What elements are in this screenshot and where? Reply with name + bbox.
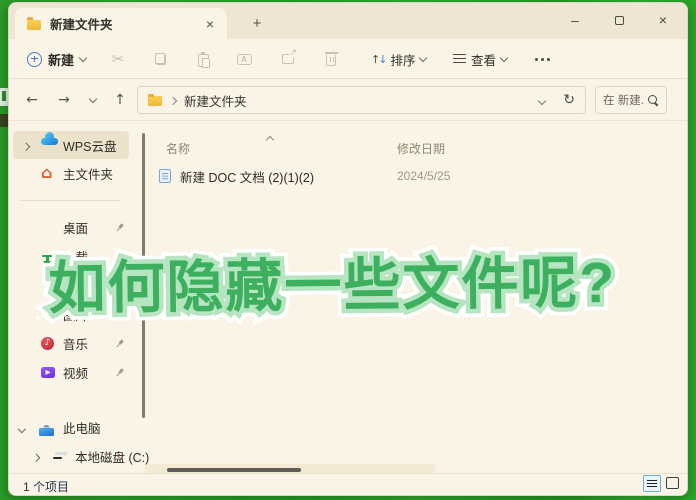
breadcrumb-folder[interactable]: 新建文件夹	[184, 91, 247, 110]
maximize-button[interactable]	[597, 3, 641, 37]
tab-title: 新建文件夹	[50, 14, 201, 33]
list-lines-icon	[647, 480, 657, 488]
trash-icon	[326, 55, 336, 66]
sort-arrows-icon: ↑↓	[371, 54, 385, 65]
sidebar-item-desktop[interactable]: 桌面	[9, 213, 136, 242]
desktop-icon[interactable]	[0, 114, 8, 127]
view-lines-icon	[453, 54, 466, 64]
item-count: 1 个项目	[23, 478, 69, 495]
sidebar-item-videos[interactable]: ▶ 视频	[9, 358, 136, 387]
folder-icon	[148, 96, 162, 106]
new-item-label: 新建	[48, 50, 74, 69]
video-icon: ▶	[41, 367, 55, 378]
rename-button[interactable]: A	[231, 47, 257, 71]
pin-icon	[113, 279, 126, 292]
toolbar: 新建 ✂ A ↗ ↑↓ 排序 查看	[9, 39, 687, 79]
file-date-modified: 2024/5/25	[397, 169, 450, 183]
delete-button[interactable]	[318, 47, 344, 71]
status-bar: 1 个项目	[9, 473, 687, 495]
chevron-down-icon	[500, 53, 508, 61]
ellipsis-icon	[535, 58, 538, 61]
forward-button[interactable]: →	[51, 87, 77, 113]
cut-button[interactable]: ✂	[105, 47, 131, 71]
sort-ascending-icon	[267, 132, 273, 146]
music-icon: ♪	[41, 337, 54, 350]
view-button[interactable]: 查看	[447, 47, 513, 71]
column-header-name[interactable]: 名称	[166, 140, 190, 157]
pin-icon	[113, 337, 126, 350]
file-row[interactable]: 新建 DOC 文档 (2)(1)(2)	[159, 164, 539, 188]
sidebar-item-documents[interactable]: 文档	[9, 271, 136, 300]
explorer-tab[interactable]: 新建文件夹 ×	[15, 8, 227, 39]
new-item-button[interactable]: 新建	[19, 46, 94, 72]
plus-circle-icon	[27, 52, 42, 67]
chevron-down-icon	[419, 53, 427, 61]
sidebar-item-pictures[interactable]: 图片	[9, 300, 136, 329]
sidebar-item-downloads[interactable]: 下载	[9, 242, 136, 271]
pin-icon	[113, 250, 126, 263]
horizontal-scrollbar-thumb[interactable]	[167, 468, 301, 472]
column-header-date-modified[interactable]: 修改日期	[397, 140, 445, 157]
share-button[interactable]: ↗	[275, 47, 301, 71]
doc-file-icon	[159, 169, 171, 183]
search-input[interactable]: 在 新建...	[595, 86, 667, 114]
paste-button[interactable]	[190, 47, 216, 71]
sidebar-item-local-disk-c[interactable]: 本地磁盘 (C:)	[9, 442, 136, 471]
pin-icon	[113, 308, 126, 321]
copy-icon	[155, 53, 166, 65]
titlebar: 新建文件夹 × + – ×	[9, 3, 687, 39]
chevron-right-icon	[169, 97, 177, 105]
more-options-button[interactable]	[521, 47, 551, 71]
thumbnail-view-toggle[interactable]	[666, 477, 679, 489]
rename-icon: A	[237, 54, 252, 65]
pin-icon	[113, 366, 126, 379]
tab-close-button[interactable]: ×	[201, 15, 219, 33]
cut-icon: ✂	[112, 50, 125, 68]
sort-label: 排序	[390, 50, 415, 69]
search-icon	[648, 95, 659, 106]
close-button[interactable]: ×	[641, 3, 685, 37]
chevron-right-icon[interactable]	[32, 454, 40, 462]
sidebar-divider	[21, 200, 121, 201]
chevron-down-icon	[538, 97, 546, 105]
sidebar-item-music[interactable]: ♪ 音乐	[9, 329, 136, 358]
file-explorer-window: 新建文件夹 × + – × 新建 ✂ A ↗ ↑↓ 排序 查看	[8, 2, 688, 496]
chevron-down-icon	[89, 94, 97, 102]
new-tab-button[interactable]: +	[245, 12, 269, 34]
sidebar-item-wps-cloud[interactable]: WPS云盘	[13, 131, 129, 159]
copy-button[interactable]	[147, 47, 173, 71]
chevron-down-icon[interactable]	[18, 425, 26, 433]
chevron-down-icon	[79, 53, 87, 61]
maximize-icon	[615, 16, 624, 25]
breadcrumb[interactable]: 新建文件夹 ↻	[137, 86, 586, 114]
view-label: 查看	[471, 50, 496, 69]
address-bar: ← → ↑ 新建文件夹 ↻ 在 新建...	[9, 79, 687, 121]
folder-icon	[27, 20, 41, 30]
minimize-button[interactable]: –	[553, 3, 597, 37]
search-text: 在 新建...	[603, 92, 643, 108]
sidebar-scrollbar[interactable]	[142, 133, 145, 418]
share-icon: ↗	[282, 54, 294, 64]
home-icon: ⌂	[41, 163, 52, 182]
file-name: 新建 DOC 文档 (2)(1)(2)	[180, 167, 314, 186]
details-view-toggle[interactable]	[643, 475, 661, 492]
sidebar: WPS云盘 ⌂ 主文件夹 桌面 下载 文档 图片 ♪ 音乐	[9, 122, 136, 473]
chevron-right-icon[interactable]	[22, 142, 30, 150]
address-history-button[interactable]	[539, 93, 545, 107]
up-button[interactable]: ↑	[107, 87, 133, 113]
window-controls: – ×	[553, 3, 685, 37]
back-button[interactable]: ←	[19, 87, 45, 113]
pin-icon	[113, 221, 126, 234]
sidebar-item-home[interactable]: ⌂ 主文件夹	[9, 159, 136, 187]
paste-icon	[198, 54, 209, 67]
recent-locations-button[interactable]	[83, 87, 103, 113]
sort-button[interactable]: ↑↓ 排序	[365, 47, 432, 71]
sidebar-item-this-pc[interactable]: 此电脑	[9, 413, 136, 442]
refresh-button[interactable]: ↻	[563, 92, 575, 108]
